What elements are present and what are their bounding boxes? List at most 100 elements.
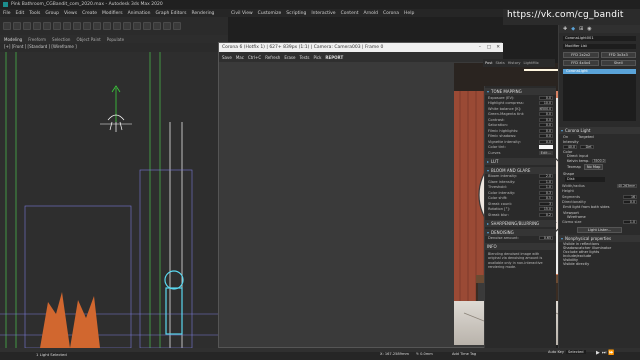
on-checkbox[interactable]: On xyxy=(563,135,568,139)
menu-corona[interactable]: Corona xyxy=(383,11,399,16)
menu-edit[interactable]: Edit xyxy=(16,11,25,16)
nonphysical-rollout[interactable]: ▾ Nonphysical properties xyxy=(559,234,640,242)
vfb-tests-button[interactable]: Tests xyxy=(299,55,309,60)
modifier-stack[interactable]: CoronaLight xyxy=(563,69,636,121)
vfb-close-icon[interactable]: ✕ xyxy=(496,45,500,50)
scale-icon[interactable] xyxy=(113,22,121,30)
vfb-pick-button[interactable]: Pick xyxy=(313,55,321,60)
bloom-glare-input[interactable]: 0.3 xyxy=(539,190,553,195)
no-map-button[interactable]: No Map xyxy=(583,164,604,170)
tab-post[interactable]: Post xyxy=(485,61,493,65)
vfb-minimize-icon[interactable]: – xyxy=(479,45,481,50)
play-icon[interactable]: ▶ xyxy=(596,350,600,356)
rect-select-icon[interactable] xyxy=(73,22,81,30)
intensity-unit-select[interactable]: Def. xyxy=(580,144,594,150)
bind-icon[interactable] xyxy=(43,22,51,30)
bloom-glare-input[interactable]: 0.5 xyxy=(539,196,553,201)
gizmo-input[interactable]: 1.0 xyxy=(623,219,637,224)
color-swatch[interactable] xyxy=(539,145,553,150)
tab-object-paint[interactable]: Object Paint xyxy=(76,37,100,42)
rotate-icon[interactable] xyxy=(103,22,111,30)
vfb-mac-button[interactable]: Mac xyxy=(236,55,244,60)
unlink-icon[interactable] xyxy=(33,22,41,30)
align-icon[interactable] xyxy=(173,22,181,30)
menu-animation[interactable]: Animation xyxy=(128,11,151,16)
tone-mapping-input[interactable]: 0.0 xyxy=(539,123,553,128)
coord-x[interactable]: X: 167.2589mm xyxy=(380,352,409,356)
tone-mapping-input[interactable]: 0.0 xyxy=(539,117,553,122)
menu-tools[interactable]: Tools xyxy=(29,11,40,16)
ffd-222-button[interactable]: FFD 2x2x2 xyxy=(563,52,599,58)
texmap-radio[interactable]: Texmap xyxy=(567,165,581,169)
kelvin-input[interactable]: 3500.0 xyxy=(592,158,607,164)
bloom-glare-header[interactable]: ▾ BLOOM AND GLARE xyxy=(485,166,556,174)
ffd-444-button[interactable]: FFD 4x4x4 xyxy=(563,60,599,66)
bloom-glare-input[interactable]: 0.2 xyxy=(539,212,553,217)
tone-mapping-header[interactable]: ▾ TONE MAPPING xyxy=(485,88,556,95)
denoise-amount-input[interactable]: 0.65 xyxy=(539,236,553,241)
key-filter-select[interactable]: Selected xyxy=(566,350,586,354)
menu-rendering[interactable]: Rendering xyxy=(191,11,214,16)
bloom-glare-input[interactable]: 3 xyxy=(539,201,553,206)
percent-snap-icon[interactable] xyxy=(153,22,161,30)
tab-lightmix[interactable]: LightMix xyxy=(524,61,539,65)
bloom-glare-input[interactable]: 1.0 xyxy=(539,179,553,184)
ffd-333-button[interactable]: FFD 3x3x3 xyxy=(600,52,636,58)
viewport-label[interactable]: [+] [Front ] [Standard ] [Wireframe ] xyxy=(4,44,77,49)
kelvin-radio[interactable]: Kelvin temp. xyxy=(567,159,589,163)
directionality-input[interactable]: 0.0 xyxy=(623,200,637,205)
menu-graph-editors[interactable]: Graph Editors xyxy=(156,11,187,16)
shell-button[interactable]: Shell xyxy=(600,60,636,66)
placement-icon[interactable] xyxy=(123,22,131,30)
curves-checkbox[interactable]: Curves xyxy=(488,151,500,155)
corona-light-rollout[interactable]: ▾ Corona Light xyxy=(559,127,640,134)
tab-populate[interactable]: Populate xyxy=(107,37,124,42)
vfb-refresh-button[interactable]: Refresh xyxy=(265,55,280,60)
tab-stats[interactable]: Stats xyxy=(496,61,505,65)
tone-mapping-input[interactable]: 0.0 xyxy=(539,139,553,144)
sharpening-header[interactable]: ▸ SHARPENING/BLURRING xyxy=(485,219,556,227)
menu-interactive[interactable]: Interactive xyxy=(311,11,335,16)
visible-directly-checkbox[interactable]: Visible directly xyxy=(559,262,640,266)
vfb-maximize-icon[interactable]: □ xyxy=(487,45,491,50)
move-icon[interactable] xyxy=(93,22,101,30)
stack-item[interactable]: CoronaLight xyxy=(563,69,636,74)
front-viewport[interactable] xyxy=(0,52,228,348)
width-input[interactable]: 40.263mm xyxy=(617,183,637,188)
object-name-field[interactable]: CoronaLight001 xyxy=(563,36,636,41)
link-icon[interactable] xyxy=(23,22,31,30)
redo-icon[interactable] xyxy=(13,22,21,30)
tab-modeling[interactable]: Modeling xyxy=(4,37,22,42)
tone-mapping-input[interactable]: 0.0 xyxy=(539,134,553,139)
angle-snap-icon[interactable] xyxy=(143,22,151,30)
vfb-report-button[interactable]: REPORT xyxy=(325,55,343,60)
curves-edit-button[interactable]: Edit... xyxy=(538,150,553,155)
snap-icon[interactable] xyxy=(133,22,141,30)
vfb-copy-button[interactable]: Ctrl+C xyxy=(248,55,261,60)
bloom-glare-input[interactable]: 2.0 xyxy=(539,174,553,179)
add-time-tag[interactable]: Add Time Tag xyxy=(452,352,476,356)
tone-mapping-input[interactable]: 0.0 xyxy=(539,95,553,100)
tone-mapping-input[interactable]: 10.0 xyxy=(539,101,553,106)
intensity-input[interactable]: 40.0 xyxy=(563,144,577,150)
tone-mapping-input[interactable]: 6500.0 xyxy=(539,106,553,111)
menu-modifiers[interactable]: Modifiers xyxy=(102,11,123,16)
menu-customize[interactable]: Customize xyxy=(258,11,282,16)
next-frame-icon[interactable]: ⏭ xyxy=(602,350,607,356)
auto-key-button[interactable]: Auto Key xyxy=(548,350,564,354)
select-icon[interactable] xyxy=(53,22,61,30)
motion-tab-icon[interactable]: ◉ xyxy=(587,26,591,32)
menu-create[interactable]: Create xyxy=(82,11,97,16)
denoising-header[interactable]: ▾ DENOISING xyxy=(485,228,556,236)
create-tab-icon[interactable]: ✚ xyxy=(563,26,567,32)
window-crossing-icon[interactable] xyxy=(83,22,91,30)
shape-select[interactable]: Disk xyxy=(565,177,605,182)
vfb-erase-button[interactable]: Erase xyxy=(284,55,295,60)
tab-selection[interactable]: Selection xyxy=(52,37,70,42)
bloom-glare-input[interactable]: 1.0 xyxy=(539,185,553,190)
tab-history[interactable]: History xyxy=(508,61,521,65)
tab-freeform[interactable]: Freeform xyxy=(28,37,46,42)
segments-input[interactable]: 16 xyxy=(623,194,637,199)
tone-mapping-input[interactable]: 0.0 xyxy=(539,112,553,117)
light-lister-button[interactable]: Light Lister... xyxy=(577,226,622,233)
